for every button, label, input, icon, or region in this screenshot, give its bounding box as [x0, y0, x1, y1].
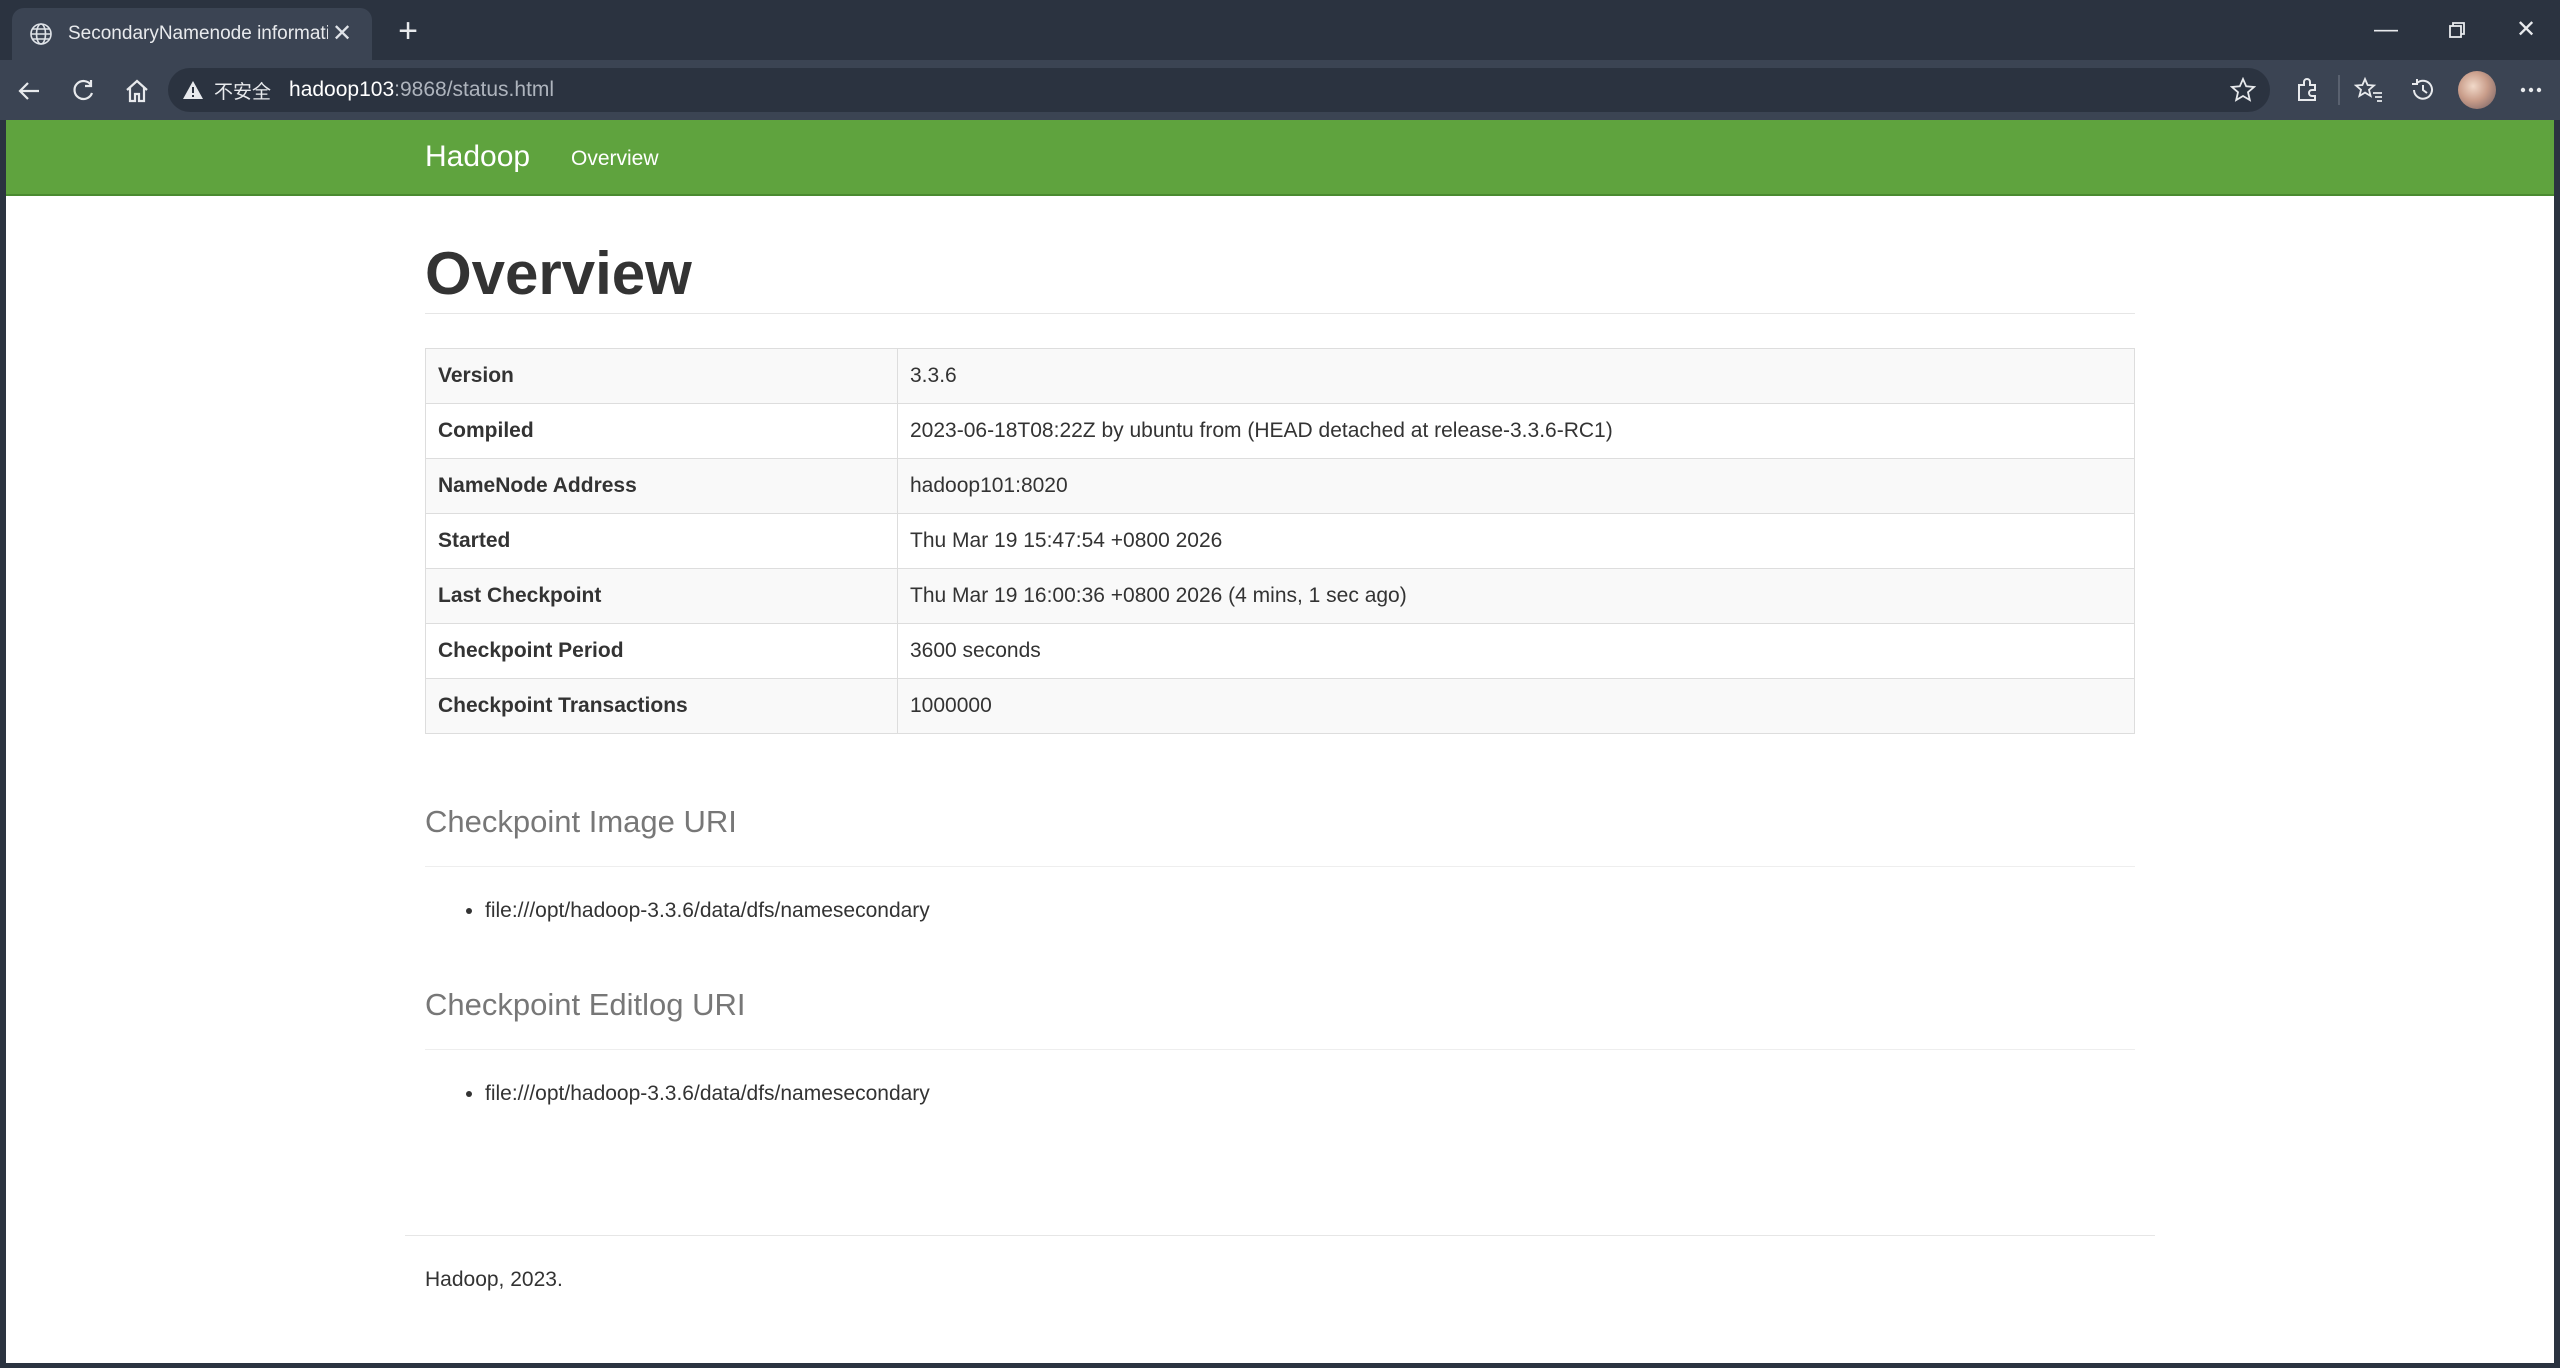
page-title: Overview — [425, 240, 692, 307]
minimize-icon[interactable]: — — [2362, 10, 2410, 50]
image-uri-section: Checkpoint Image URI file:///opt/hadoop-… — [425, 804, 2135, 923]
page-header: Overview — [425, 244, 2135, 314]
favorite-star-icon[interactable] — [2230, 77, 2256, 103]
back-icon[interactable] — [10, 72, 48, 110]
nav-overview-link[interactable]: Overview — [571, 147, 659, 171]
table-row: Checkpoint Period 3600 seconds — [425, 623, 2135, 679]
editlog-uri-list: file:///opt/hadoop-3.3.6/data/dfs/namese… — [425, 1082, 2135, 1106]
browser-tab-bar: SecondaryNamenode information ✕ + — ✕ — [0, 0, 2560, 60]
restore-icon[interactable] — [2432, 10, 2480, 50]
table-row: Last Checkpoint Thu Mar 19 16:00:36 +0800… — [425, 568, 2135, 624]
row-value: 1000000 — [897, 678, 2135, 734]
overview-table: Version 3.3.6 Compiled 2023-06-18T08:22Z by… — [425, 348, 2135, 734]
list-item: file:///opt/hadoop-3.3.6/data/dfs/namese… — [485, 1082, 2135, 1106]
row-key: Compiled — [425, 403, 898, 459]
table-row: Version 3.3.6 — [425, 348, 2135, 404]
row-key: Version — [425, 348, 898, 404]
page-viewport: Hadoop Overview Overview Version 3.3.6 Com… — [6, 120, 2554, 1363]
reload-icon[interactable] — [64, 72, 102, 110]
profile-avatar[interactable] — [2458, 71, 2496, 109]
row-value: 3600 seconds — [897, 623, 2135, 679]
favorites-icon[interactable] — [2348, 69, 2390, 111]
editlog-uri-section: Checkpoint Editlog URI file:///opt/hadoo… — [425, 987, 2135, 1106]
table-row: Compiled 2023-06-18T08:22Z by ubuntu from… — [425, 403, 2135, 459]
row-key: Started — [425, 513, 898, 569]
row-key: NameNode Address — [425, 458, 898, 514]
row-key: Last Checkpoint — [425, 568, 898, 624]
history-icon[interactable] — [2402, 69, 2444, 111]
toolbar-separator — [2338, 75, 2340, 105]
close-window-icon[interactable]: ✕ — [2502, 10, 2550, 50]
browser-tab[interactable]: SecondaryNamenode information ✕ — [12, 8, 372, 60]
more-menu-icon[interactable] — [2510, 69, 2552, 111]
section-divider — [425, 1049, 2135, 1050]
footer-divider — [405, 1235, 2155, 1236]
security-label[interactable]: 不安全 — [214, 77, 271, 104]
image-uri-title: Checkpoint Image URI — [425, 804, 737, 839]
table-row: Started Thu Mar 19 15:47:54 +0800 2026 — [425, 513, 2135, 569]
address-bar[interactable]: 不安全 hadoop103 :9868/status.html — [168, 68, 2270, 112]
globe-icon — [28, 21, 54, 47]
home-icon[interactable] — [118, 72, 156, 110]
image-uri-list: file:///opt/hadoop-3.3.6/data/dfs/namese… — [425, 899, 2135, 923]
section-divider — [425, 866, 2135, 867]
tab-title: SecondaryNamenode information — [68, 23, 328, 44]
table-row: NameNode Address hadoop101:8020 — [425, 458, 2135, 514]
close-tab-icon[interactable]: ✕ — [328, 20, 356, 48]
warning-icon[interactable] — [182, 79, 204, 101]
main-container: Overview Version 3.3.6 Compiled 2023-06-18T… — [425, 196, 2135, 1106]
list-item: file:///opt/hadoop-3.3.6/data/dfs/namese… — [485, 899, 2135, 923]
brand-link[interactable]: Hadoop — [425, 140, 530, 174]
hadoop-navbar: Hadoop Overview — [6, 120, 2554, 196]
row-value: Thu Mar 19 15:47:54 +0800 2026 — [897, 513, 2135, 569]
table-row: Checkpoint Transactions 1000000 — [425, 678, 2135, 734]
new-tab-icon[interactable]: + — [390, 14, 426, 50]
url-host: hadoop103 — [289, 78, 395, 101]
footer-text: Hadoop, 2023. — [425, 1268, 563, 1291]
url-path: :9868/status.html — [394, 78, 555, 101]
row-key: Checkpoint Transactions — [425, 678, 898, 734]
row-value: 2023-06-18T08:22Z by ubuntu from (HEAD d… — [897, 403, 2135, 459]
extensions-icon[interactable] — [2286, 69, 2328, 111]
editlog-uri-title: Checkpoint Editlog URI — [425, 987, 746, 1022]
row-value: 3.3.6 — [897, 348, 2135, 404]
row-key: Checkpoint Period — [425, 623, 898, 679]
row-value: hadoop101:8020 — [897, 458, 2135, 514]
row-value: Thu Mar 19 16:00:36 +0800 2026 (4 mins, … — [897, 568, 2135, 624]
